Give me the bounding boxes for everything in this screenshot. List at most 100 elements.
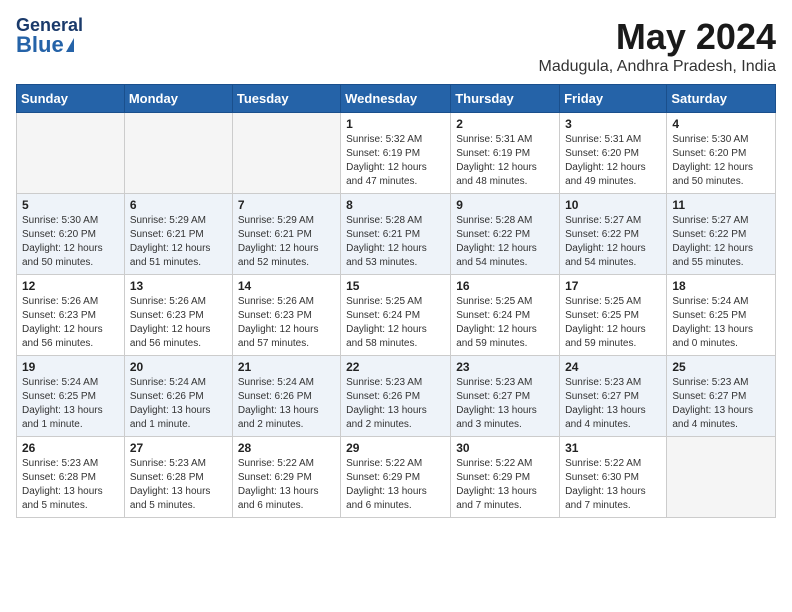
calendar-cell <box>124 113 232 194</box>
calendar-cell: 30Sunrise: 5:22 AM Sunset: 6:29 PM Dayli… <box>451 437 560 518</box>
calendar-cell: 18 Sunrise: 5:24 AM Sunset: 6:25 PM Dayli… <box>667 275 776 356</box>
weekday-header-thursday: Thursday <box>451 85 560 113</box>
location-subtitle: Madugula, Andhra Pradesh, India <box>539 58 777 76</box>
calendar-cell: 24Sunrise: 5:23 AM Sunset: 6:27 PM Dayli… <box>560 356 667 437</box>
calendar-cell <box>232 113 340 194</box>
cell-date-number: 26 <box>22 441 119 455</box>
calendar-cell: 26 Sunrise: 5:23 AM Sunset: 6:28 PM Dayli… <box>17 437 125 518</box>
calendar-cell: 22Sunrise: 5:23 AM Sunset: 6:26 PM Dayli… <box>341 356 451 437</box>
cell-date-number: 2 <box>456 117 554 131</box>
calendar-cell: 25 Sunrise: 5:23 AM Sunset: 6:27 PM Dayli… <box>667 356 776 437</box>
cell-sun-info: Sunrise: 5:23 AM Sunset: 6:27 PM Dayligh… <box>672 376 770 432</box>
calendar-cell: 6 Sunrise: 5:29 AM Sunset: 6:21 PM Daylig… <box>124 194 232 275</box>
calendar-cell: 8 Sunrise: 5:28 AM Sunset: 6:21 PM Daylig… <box>341 194 451 275</box>
cell-date-number: 9 <box>456 198 554 212</box>
calendar-cell: 11Sunrise: 5:27 AM Sunset: 6:22 PM Dayli… <box>667 194 776 275</box>
weekday-header-saturday: Saturday <box>667 85 776 113</box>
calendar-cell: 28 Sunrise: 5:22 AM Sunset: 6:29 PM Dayli… <box>232 437 340 518</box>
cell-sun-info: Sunrise: 5:26 AM Sunset: 6:23 PM Dayligh… <box>22 295 119 351</box>
cell-sun-info: Sunrise: 5:24 AM Sunset: 6:25 PM Dayligh… <box>672 295 770 351</box>
calendar-cell: 7 Sunrise: 5:29 AM Sunset: 6:21 PM Daylig… <box>232 194 340 275</box>
cell-sun-info: Sunrise: 5:31 AM Sunset: 6:19 PM Dayligh… <box>456 133 554 189</box>
cell-sun-info: Sunrise: 5:22 AM Sunset: 6:29 PM Dayligh… <box>238 457 335 513</box>
cell-date-number: 17 <box>565 279 661 293</box>
cell-date-number: 19 <box>22 360 119 374</box>
calendar-cell: 3 Sunrise: 5:31 AM Sunset: 6:20 PM Daylig… <box>560 113 667 194</box>
cell-date-number: 6 <box>130 198 227 212</box>
cell-date-number: 29 <box>346 441 445 455</box>
weekday-header-wednesday: Wednesday <box>341 85 451 113</box>
weekday-header-monday: Monday <box>124 85 232 113</box>
calendar-cell: 1 Sunrise: 5:32 AM Sunset: 6:19 PM Daylig… <box>341 113 451 194</box>
calendar-week-row: 12Sunrise: 5:26 AM Sunset: 6:23 PM Dayli… <box>17 275 776 356</box>
cell-date-number: 22 <box>346 360 445 374</box>
calendar-week-row: 19 Sunrise: 5:24 AM Sunset: 6:25 PM Dayli… <box>17 356 776 437</box>
cell-date-number: 31 <box>565 441 661 455</box>
cell-sun-info: Sunrise: 5:25 AM Sunset: 6:24 PM Dayligh… <box>346 295 445 351</box>
cell-sun-info: Sunrise: 5:25 AM Sunset: 6:25 PM Dayligh… <box>565 295 661 351</box>
calendar-cell: 12Sunrise: 5:26 AM Sunset: 6:23 PM Dayli… <box>17 275 125 356</box>
calendar-cell: 14 Sunrise: 5:26 AM Sunset: 6:23 PM Dayli… <box>232 275 340 356</box>
cell-date-number: 3 <box>565 117 661 131</box>
cell-date-number: 23 <box>456 360 554 374</box>
cell-sun-info: Sunrise: 5:24 AM Sunset: 6:25 PM Dayligh… <box>22 376 119 432</box>
cell-sun-info: Sunrise: 5:28 AM Sunset: 6:22 PM Dayligh… <box>456 214 554 270</box>
calendar-cell: 9 Sunrise: 5:28 AM Sunset: 6:22 PM Daylig… <box>451 194 560 275</box>
cell-date-number: 4 <box>672 117 770 131</box>
weekday-header-row: SundayMondayTuesdayWednesdayThursdayFrid… <box>17 85 776 113</box>
cell-sun-info: Sunrise: 5:24 AM Sunset: 6:26 PM Dayligh… <box>238 376 335 432</box>
logo-triangle-icon <box>66 38 74 52</box>
cell-date-number: 7 <box>238 198 335 212</box>
cell-date-number: 8 <box>346 198 445 212</box>
weekday-header-tuesday: Tuesday <box>232 85 340 113</box>
calendar-cell: 4 Sunrise: 5:30 AM Sunset: 6:20 PM Daylig… <box>667 113 776 194</box>
cell-date-number: 24 <box>565 360 661 374</box>
cell-sun-info: Sunrise: 5:23 AM Sunset: 6:28 PM Dayligh… <box>130 457 227 513</box>
cell-date-number: 27 <box>130 441 227 455</box>
cell-sun-info: Sunrise: 5:23 AM Sunset: 6:27 PM Dayligh… <box>456 376 554 432</box>
weekday-header-sunday: Sunday <box>17 85 125 113</box>
calendar-cell: 19 Sunrise: 5:24 AM Sunset: 6:25 PM Dayli… <box>17 356 125 437</box>
calendar-cell: 27 Sunrise: 5:23 AM Sunset: 6:28 PM Dayli… <box>124 437 232 518</box>
calendar-table: SundayMondayTuesdayWednesdayThursdayFrid… <box>16 84 776 518</box>
cell-date-number: 25 <box>672 360 770 374</box>
cell-sun-info: Sunrise: 5:27 AM Sunset: 6:22 PM Dayligh… <box>672 214 770 270</box>
weekday-header-friday: Friday <box>560 85 667 113</box>
calendar-cell: 29 Sunrise: 5:22 AM Sunset: 6:29 PM Dayli… <box>341 437 451 518</box>
cell-sun-info: Sunrise: 5:30 AM Sunset: 6:20 PM Dayligh… <box>672 133 770 189</box>
cell-date-number: 16 <box>456 279 554 293</box>
calendar-week-row: 26 Sunrise: 5:23 AM Sunset: 6:28 PM Dayli… <box>17 437 776 518</box>
cell-sun-info: Sunrise: 5:22 AM Sunset: 6:29 PM Dayligh… <box>346 457 445 513</box>
calendar-cell: 15Sunrise: 5:25 AM Sunset: 6:24 PM Dayli… <box>341 275 451 356</box>
calendar-cell <box>667 437 776 518</box>
cell-date-number: 28 <box>238 441 335 455</box>
calendar-cell: 16 Sunrise: 5:25 AM Sunset: 6:24 PM Dayli… <box>451 275 560 356</box>
cell-sun-info: Sunrise: 5:32 AM Sunset: 6:19 PM Dayligh… <box>346 133 445 189</box>
cell-date-number: 5 <box>22 198 119 212</box>
calendar-cell: 21 Sunrise: 5:24 AM Sunset: 6:26 PM Dayli… <box>232 356 340 437</box>
calendar-cell: 20Sunrise: 5:24 AM Sunset: 6:26 PM Dayli… <box>124 356 232 437</box>
cell-sun-info: Sunrise: 5:23 AM Sunset: 6:28 PM Dayligh… <box>22 457 119 513</box>
cell-sun-info: Sunrise: 5:27 AM Sunset: 6:22 PM Dayligh… <box>565 214 661 270</box>
cell-sun-info: Sunrise: 5:31 AM Sunset: 6:20 PM Dayligh… <box>565 133 661 189</box>
calendar-cell: 31 Sunrise: 5:22 AM Sunset: 6:30 PM Dayli… <box>560 437 667 518</box>
cell-date-number: 1 <box>346 117 445 131</box>
cell-sun-info: Sunrise: 5:28 AM Sunset: 6:21 PM Dayligh… <box>346 214 445 270</box>
cell-sun-info: Sunrise: 5:29 AM Sunset: 6:21 PM Dayligh… <box>238 214 335 270</box>
cell-sun-info: Sunrise: 5:25 AM Sunset: 6:24 PM Dayligh… <box>456 295 554 351</box>
calendar-cell: 23 Sunrise: 5:23 AM Sunset: 6:27 PM Dayli… <box>451 356 560 437</box>
cell-date-number: 18 <box>672 279 770 293</box>
cell-sun-info: Sunrise: 5:22 AM Sunset: 6:30 PM Dayligh… <box>565 457 661 513</box>
calendar-week-row: 1 Sunrise: 5:32 AM Sunset: 6:19 PM Daylig… <box>17 113 776 194</box>
page-header: General Blue May 2024 Madugula, Andhra P… <box>16 16 776 76</box>
cell-sun-info: Sunrise: 5:26 AM Sunset: 6:23 PM Dayligh… <box>238 295 335 351</box>
calendar-cell: 17 Sunrise: 5:25 AM Sunset: 6:25 PM Dayli… <box>560 275 667 356</box>
logo: General Blue <box>16 16 83 56</box>
cell-date-number: 20 <box>130 360 227 374</box>
cell-date-number: 14 <box>238 279 335 293</box>
calendar-cell: 13 Sunrise: 5:26 AM Sunset: 6:23 PM Dayli… <box>124 275 232 356</box>
cell-date-number: 21 <box>238 360 335 374</box>
cell-date-number: 13 <box>130 279 227 293</box>
cell-sun-info: Sunrise: 5:26 AM Sunset: 6:23 PM Dayligh… <box>130 295 227 351</box>
cell-sun-info: Sunrise: 5:29 AM Sunset: 6:21 PM Dayligh… <box>130 214 227 270</box>
